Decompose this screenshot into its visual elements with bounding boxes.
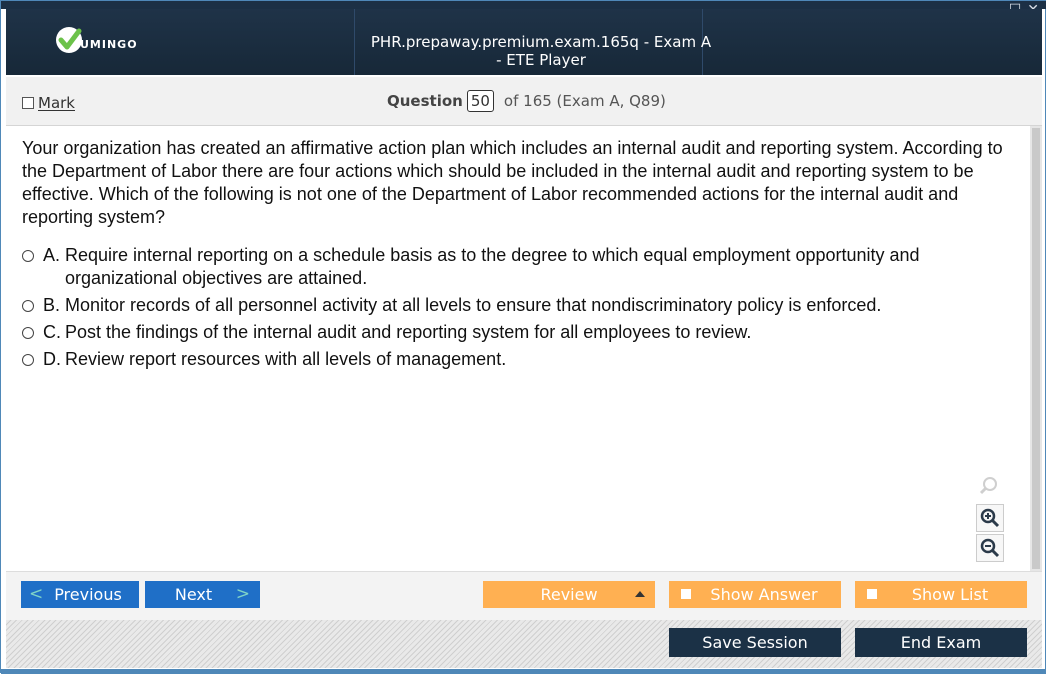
search-icon[interactable]: [976, 473, 1002, 499]
mark-label: Mark: [38, 94, 75, 112]
end-exam-button[interactable]: End Exam: [855, 628, 1027, 657]
end-exam-label: End Exam: [900, 633, 982, 652]
next-button[interactable]: Next >: [145, 581, 260, 608]
checkbox-icon[interactable]: [22, 97, 34, 109]
header-divider: [354, 9, 355, 75]
review-button[interactable]: Review: [483, 581, 655, 608]
option-text: Post the findings of the internal audit …: [65, 322, 752, 342]
vertical-scrollbar[interactable]: [1030, 126, 1042, 571]
answer-options: A. Require internal reporting on a sched…: [22, 244, 1022, 375]
option-letter: C.: [43, 322, 61, 342]
option-b[interactable]: B. Monitor records of all personnel acti…: [22, 294, 1022, 317]
scrollbar-thumb[interactable]: [1032, 128, 1040, 569]
save-session-button[interactable]: Save Session: [669, 628, 841, 657]
mark-checkbox[interactable]: Mark: [22, 94, 75, 112]
next-label: Next: [174, 585, 213, 604]
option-letter: B.: [43, 295, 61, 315]
previous-label: Previous: [54, 585, 122, 604]
footer-bar: Save Session End Exam: [6, 620, 1042, 668]
question-content: Your organization has created an affirma…: [6, 126, 1028, 571]
previous-button[interactable]: < Previous: [21, 581, 139, 608]
show-list-button[interactable]: Show List: [855, 581, 1027, 608]
save-session-label: Save Session: [702, 633, 808, 652]
question-bar: Mark Question 50 of 165 (Exam A, Q89): [6, 77, 1042, 126]
triangle-up-icon: [635, 591, 645, 597]
radio-button[interactable]: [22, 250, 34, 262]
checkbox-icon[interactable]: [867, 589, 877, 599]
option-text: Monitor records of all personnel activit…: [65, 295, 882, 315]
question-label: Question: [387, 92, 463, 110]
question-number-input[interactable]: 50: [466, 90, 494, 112]
zoom-in-icon[interactable]: [976, 504, 1004, 532]
bottom-border: [1, 669, 1046, 674]
option-a[interactable]: A. Require internal reporting on a sched…: [22, 244, 1022, 290]
option-d[interactable]: D. Review report resources with all leve…: [22, 348, 1022, 371]
question-total: of 165 (Exam A, Q89): [503, 92, 666, 110]
show-answer-label: Show Answer: [710, 585, 818, 604]
question-counter: Question 50 of 165 (Exam A, Q89): [387, 90, 666, 112]
radio-button[interactable]: [22, 354, 34, 366]
option-letter: A.: [43, 245, 61, 265]
review-label: Review: [540, 585, 598, 604]
app-header: UMINGO PHR.prepaway.premium.exam.165q - …: [6, 9, 1042, 75]
logo-text: UMINGO: [80, 37, 138, 51]
show-list-label: Show List: [911, 585, 989, 604]
show-answer-button[interactable]: Show Answer: [669, 581, 841, 608]
navigation-bar: < Previous Next > Review Show Answer Sho…: [6, 571, 1042, 620]
question-text: Your organization has created an affirma…: [22, 138, 1003, 227]
option-c[interactable]: C. Post the findings of the internal aud…: [22, 321, 1022, 344]
option-letter: D.: [43, 349, 61, 369]
app-window: _ ☐ ✕ UMINGO PHR.prepaway.premium.exam.1…: [0, 0, 1046, 674]
checkbox-icon[interactable]: [681, 589, 691, 599]
window-title: PHR.prepaway.premium.exam.165q - Exam A …: [370, 33, 712, 69]
logo: UMINGO: [54, 25, 138, 55]
zoom-out-icon[interactable]: [976, 534, 1004, 562]
chevron-left-icon: <: [29, 584, 44, 604]
option-text: Review report resources with all levels …: [65, 349, 507, 369]
title-bar: [1, 1, 1046, 9]
option-text: Require internal reporting on a schedule…: [65, 245, 920, 288]
chevron-right-icon: >: [235, 584, 250, 604]
radio-button[interactable]: [22, 300, 34, 312]
radio-button[interactable]: [22, 327, 34, 339]
